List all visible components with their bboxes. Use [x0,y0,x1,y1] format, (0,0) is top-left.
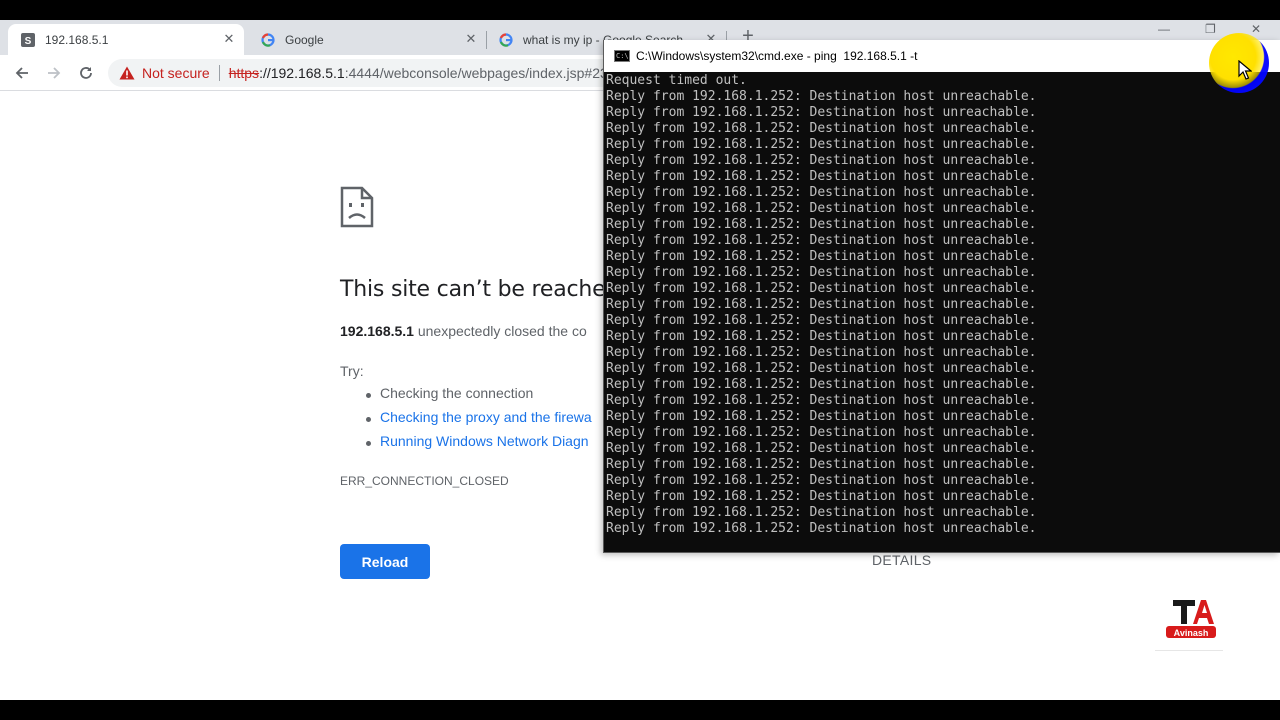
tab-google[interactable]: Google ✕ [248,24,486,55]
console-line: Reply from 192.168.1.252: Destination ho… [606,265,1037,280]
console-line: Reply from 192.168.1.252: Destination ho… [606,361,1037,376]
console-line: Reply from 192.168.1.252: Destination ho… [606,169,1037,184]
channel-logo: Avinash [1163,596,1219,642]
site-s-icon: S [20,32,36,48]
error-description-text: unexpectedly closed the co [413,323,587,339]
console-line: Reply from 192.168.1.252: Destination ho… [606,377,1037,392]
console-line: Reply from 192.168.1.252: Destination ho… [606,281,1037,296]
error-description: 192.168.5.1 unexpectedly closed the co [340,323,587,339]
back-arrow-icon [15,67,28,79]
forward-arrow-icon [48,67,61,79]
reload-icon [80,67,92,79]
console-line: Reply from 192.168.1.252: Destination ho… [606,89,1037,104]
console-line: Reply from 192.168.1.252: Destination ho… [606,425,1037,440]
console-line: Reply from 192.168.1.252: Destination ho… [606,441,1037,456]
omnibox-divider [218,65,220,81]
console-line: Reply from 192.168.1.252: Destination ho… [606,489,1037,504]
logo-divider [1155,650,1223,651]
window-close-icon[interactable]: ✕ [1251,22,1261,36]
error-host: 192.168.5.1 [340,323,414,339]
console-line: Reply from 192.168.1.252: Destination ho… [606,153,1037,168]
mouse-cursor-icon [1238,59,1253,85]
cmd-app-icon: C:\ [614,50,630,62]
url-path: :4444/webconsole/webpages/index.jsp#23 [344,65,608,81]
console-line: Reply from 192.168.1.252: Destination ho… [606,505,1037,520]
console-line: Reply from 192.168.1.252: Destination ho… [606,217,1037,232]
tab-title: 192.168.5.1 [45,32,109,47]
google-g-icon [498,32,514,48]
console-line: Reply from 192.168.1.252: Destination ho… [606,137,1037,152]
sad-document-icon [340,186,374,233]
console-line: Reply from 192.168.1.252: Destination ho… [606,297,1037,312]
console-output[interactable]: Request timed out. Reply from 192.168.1.2… [606,73,1276,548]
maximize-icon[interactable]: ❐ [1205,22,1216,36]
url-host: ://192.168.5.1 [259,65,345,81]
console-line: Reply from 192.168.1.252: Destination ho… [606,121,1037,136]
suggestion-check-connection: Checking the connection [366,385,592,409]
details-button[interactable]: DETAILS [872,552,931,568]
suggestion-list: Checking the connection Checking the pro… [366,385,592,457]
console-line: Reply from 192.168.1.252: Destination ho… [606,249,1037,264]
not-secure-label[interactable]: Not secure [142,65,210,81]
minimize-icon[interactable]: — [1158,22,1170,36]
close-tab-icon[interactable]: ✕ [222,32,236,46]
logo-text: Avinash [1174,628,1209,638]
console-line: Reply from 192.168.1.252: Destination ho… [606,105,1037,120]
console-line: Reply from 192.168.1.252: Destination ho… [606,201,1037,216]
console-line: Reply from 192.168.1.252: Destination ho… [606,473,1037,488]
console-line: Reply from 192.168.1.252: Destination ho… [606,313,1037,328]
cmd-window[interactable]: C:\ C:\Windows\system32\cmd.exe - ping 1… [603,40,1280,553]
error-code: ERR_CONNECTION_CLOSED [340,474,509,488]
console-line: Reply from 192.168.1.252: Destination ho… [606,329,1037,344]
console-line: Request timed out. [606,73,747,88]
cmd-titlebar[interactable]: C:\ C:\Windows\system32\cmd.exe - ping 1… [604,40,1280,72]
forward-button[interactable] [42,61,66,85]
reload-button[interactable]: Reload [340,544,430,579]
tab-router[interactable]: S 192.168.5.1 ✕ [8,24,244,55]
warning-triangle-icon [119,66,135,80]
back-button[interactable] [10,61,34,85]
console-line: Reply from 192.168.1.252: Destination ho… [606,393,1037,408]
console-line: Reply from 192.168.1.252: Destination ho… [606,409,1037,424]
console-line: Reply from 192.168.1.252: Destination ho… [606,521,1037,536]
google-g-icon [260,32,276,48]
error-title: This site can’t be reache [340,277,606,302]
console-line: Reply from 192.168.1.252: Destination ho… [606,185,1037,200]
close-tab-icon[interactable]: ✕ [464,32,478,46]
cmd-window-title: C:\Windows\system32\cmd.exe - ping 192.1… [636,49,918,63]
url-scheme: https [228,65,260,81]
suggestion-check-proxy-link[interactable]: Checking the proxy and the firewa [366,409,592,433]
reload-page-button[interactable] [74,61,98,85]
console-line: Reply from 192.168.1.252: Destination ho… [606,457,1037,472]
tab-title: Google [285,32,324,47]
console-line: Reply from 192.168.1.252: Destination ho… [606,233,1037,248]
svg-text:S: S [25,36,32,47]
suggestion-network-diagnostics-link[interactable]: Running Windows Network Diagn [366,433,592,457]
console-line: Reply from 192.168.1.252: Destination ho… [606,345,1037,360]
try-label: Try: [340,363,364,379]
